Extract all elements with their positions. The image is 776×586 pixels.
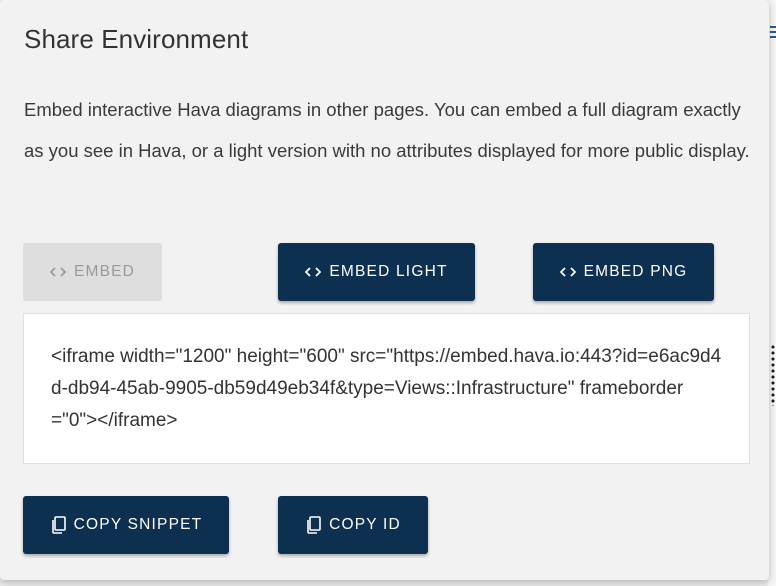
embed-png-button-label: EMBED PNG <box>583 263 688 280</box>
code-brackets-icon <box>305 266 322 278</box>
copy-id-button-label: COPY ID <box>329 516 401 533</box>
embed-light-button-label: EMBED LIGHT <box>329 263 448 280</box>
embed-button-label: EMBED <box>73 263 136 280</box>
code-brackets-icon <box>559 266 576 278</box>
copy-id-button[interactable]: COPY ID <box>278 496 428 554</box>
dialog-title: Share Environment <box>24 24 249 54</box>
embed-snippet-code[interactable]: <iframe width="1200" height="600" src="h… <box>51 341 722 437</box>
share-environment-dialog: Share Environment Embed interactive Hava… <box>0 0 769 580</box>
backdrop-edge <box>768 0 776 586</box>
dialog-description: Embed interactive Hava diagrams in other… <box>24 99 750 161</box>
embed-snippet-box[interactable]: <iframe width="1200" height="600" src="h… <box>23 313 750 464</box>
code-brackets-icon <box>49 266 66 278</box>
embed-png-button[interactable]: EMBED PNG <box>533 243 714 301</box>
menu-icon <box>770 26 776 40</box>
copy-snippet-button-label: COPY SNIPPET <box>73 516 203 533</box>
embed-button[interactable]: EMBED <box>23 243 162 301</box>
copy-icon <box>305 516 321 534</box>
copy-icon <box>50 516 66 534</box>
embed-light-button[interactable]: EMBED LIGHT <box>278 243 475 301</box>
copy-snippet-button[interactable]: COPY SNIPPET <box>23 496 229 554</box>
drag-handle-icon <box>771 344 775 406</box>
